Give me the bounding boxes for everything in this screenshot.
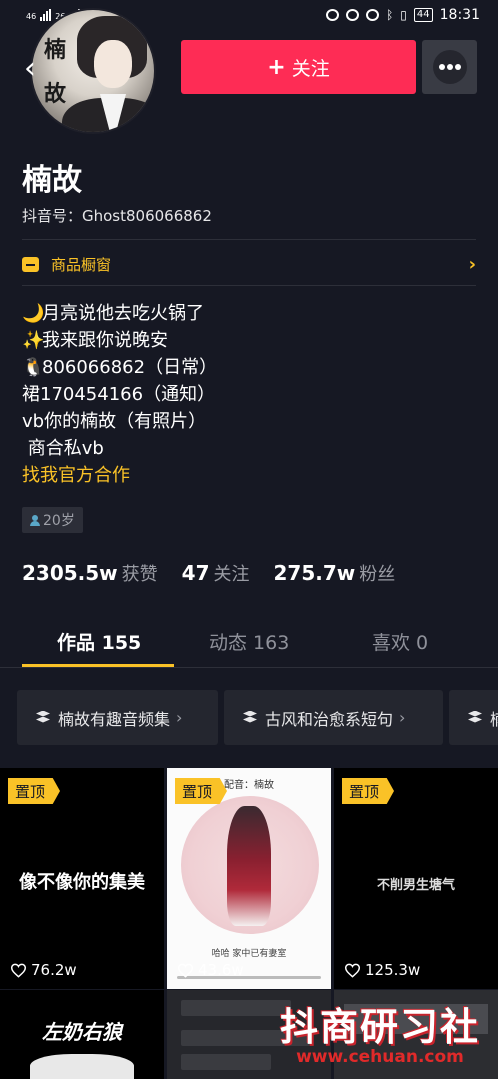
douyin-id: 抖音号：Ghost806066862 <box>22 207 212 225</box>
thumbnail-figure <box>30 1054 134 1079</box>
mute-icon <box>346 9 360 21</box>
stat-num: 2305.5w <box>22 561 118 585</box>
collection-icon <box>467 710 483 725</box>
watermark-url: www.cehuan.com <box>296 1047 464 1067</box>
stat-label: 获赞 <box>121 564 158 585</box>
signal-icon <box>40 9 52 21</box>
collection-chip[interactable]: 古风和治愈系短句 › <box>224 690 443 745</box>
stat-num: 275.7w <box>273 561 356 585</box>
sparkles-icon: ✨ <box>22 330 45 351</box>
divider <box>22 239 476 240</box>
heart-icon <box>10 963 27 978</box>
video-tile[interactable]: 配音：楠故 哈哈 家中已有妻室 置顶 43.6w <box>167 768 331 989</box>
video-title: 不削男生塘气 <box>376 878 455 893</box>
business-link[interactable]: 找我官方合作 <box>22 462 217 489</box>
alarm-icon <box>366 9 380 21</box>
back-icon[interactable]: ‹ <box>24 54 36 84</box>
collection-label: 古风和治愈系短句 <box>265 709 394 729</box>
stat-label: 粉丝 <box>359 564 396 585</box>
tab-indicator <box>22 664 174 667</box>
bio-line: 🌙月亮说他去吃火锅了 <box>22 300 217 327</box>
plus-icon: + <box>267 54 286 80</box>
bluetooth-icon: ᛒ <box>386 8 394 22</box>
moon-icon: 🌙 <box>22 303 45 324</box>
like-count: 76.2w <box>10 961 77 979</box>
video-tile[interactable]: 置顶 不削男生塘气 125.3w <box>334 768 498 989</box>
tab-works[interactable]: 作品 155 <box>57 628 141 655</box>
follow-label: 关注 <box>291 57 330 80</box>
collection-chip[interactable]: 楠 <box>449 690 498 745</box>
video-tile[interactable]: 左奶右狼 <box>0 990 164 1079</box>
person-icon <box>30 514 40 526</box>
network-type-a: 46 <box>26 12 37 21</box>
stat-label: 关注 <box>213 564 250 585</box>
shop-label: 商品橱窗 <box>51 255 112 274</box>
pinned-badge: 置顶 <box>8 778 60 804</box>
tab-bar: 作品 155 动态 163 喜欢 0 <box>0 620 498 668</box>
shop-window-row[interactable]: 商品橱窗 › <box>22 252 476 276</box>
watermark: 抖商研习社 www.cehuan.com <box>270 996 490 1067</box>
penguin-icon: 🐧 <box>22 357 45 378</box>
video-tile[interactable]: 置顶 像不像你的集美 76.2w <box>0 768 164 989</box>
watermark-title: 抖商研习社 <box>279 1005 480 1049</box>
eye-icon <box>326 9 340 21</box>
avatar-char-2: 故 <box>44 81 67 107</box>
bio-line: 🐧806066862（日常） <box>22 354 217 381</box>
profile-name: 楠故 <box>22 163 82 198</box>
collection-chip[interactable]: 楠故有趣音频集 › <box>17 690 218 745</box>
bio-line: 商合私vb <box>27 438 104 459</box>
stats-row: 2305.5w 获赞 47 关注 275.7w 粉丝 <box>22 560 419 586</box>
vibrate-icon: ▯ <box>400 8 407 22</box>
tab-likes[interactable]: 喜欢 0 <box>372 628 428 655</box>
shop-icon <box>22 256 39 272</box>
stat-following[interactable]: 47 关注 <box>182 560 250 586</box>
pinned-badge: 置顶 <box>175 778 227 804</box>
stat-likes: 2305.5w 获赞 <box>22 560 158 586</box>
tab-posts[interactable]: 动态 163 <box>209 628 289 655</box>
bio-line: 裙170454166（通知） <box>22 384 216 405</box>
avatar-char-1: 楠 <box>44 37 67 63</box>
clock: 18:31 <box>439 7 480 23</box>
chevron-right-icon: › <box>399 708 406 727</box>
bio-line: vb你的楠故（有照片） <box>22 411 207 432</box>
bio: 🌙月亮说他去吃火锅了 ✨我来跟你说晚安 🐧806066862（日常） 裙1704… <box>22 300 217 489</box>
video-title: 像不像你的集美 <box>19 872 145 893</box>
video-title: 左奶右狼 <box>42 1020 122 1044</box>
battery-icon: 44 <box>413 8 433 22</box>
age-tag: 20岁 <box>22 507 83 533</box>
collection-label: 楠故有趣音频集 <box>58 709 171 729</box>
avatar[interactable]: 楠 故 <box>30 8 156 134</box>
collection-label: 楠 <box>490 706 498 730</box>
more-icon <box>432 50 467 84</box>
like-count: 125.3w <box>344 961 420 979</box>
age-label: 20岁 <box>43 513 75 529</box>
like-count: 43.6w <box>177 961 244 979</box>
video-subcaption: 哈哈 家中已有妻室 <box>211 949 287 959</box>
status-right: ᛒ ▯ 44 18:31 <box>326 7 480 23</box>
artwork-figure <box>227 806 271 926</box>
collection-icon <box>35 710 51 725</box>
collection-icon <box>242 710 258 725</box>
heart-icon <box>177 963 194 978</box>
chevron-right-icon: › <box>176 708 183 727</box>
pinned-badge: 置顶 <box>342 778 394 804</box>
stat-num: 47 <box>181 561 210 585</box>
collections-row: 楠故有趣音频集 › 古风和治愈系短句 › 楠 <box>17 690 498 746</box>
chevron-right-icon: › <box>468 253 476 275</box>
follow-button[interactable]: + 关注 <box>181 40 416 94</box>
chat-bubble <box>181 1054 271 1070</box>
divider <box>22 285 476 286</box>
heart-icon <box>344 963 361 978</box>
bio-line: ✨我来跟你说晚安 <box>22 327 217 354</box>
recommend-friends-button[interactable] <box>422 40 477 94</box>
stat-fans[interactable]: 275.7w 粉丝 <box>274 560 396 586</box>
avatar-face <box>94 40 132 88</box>
